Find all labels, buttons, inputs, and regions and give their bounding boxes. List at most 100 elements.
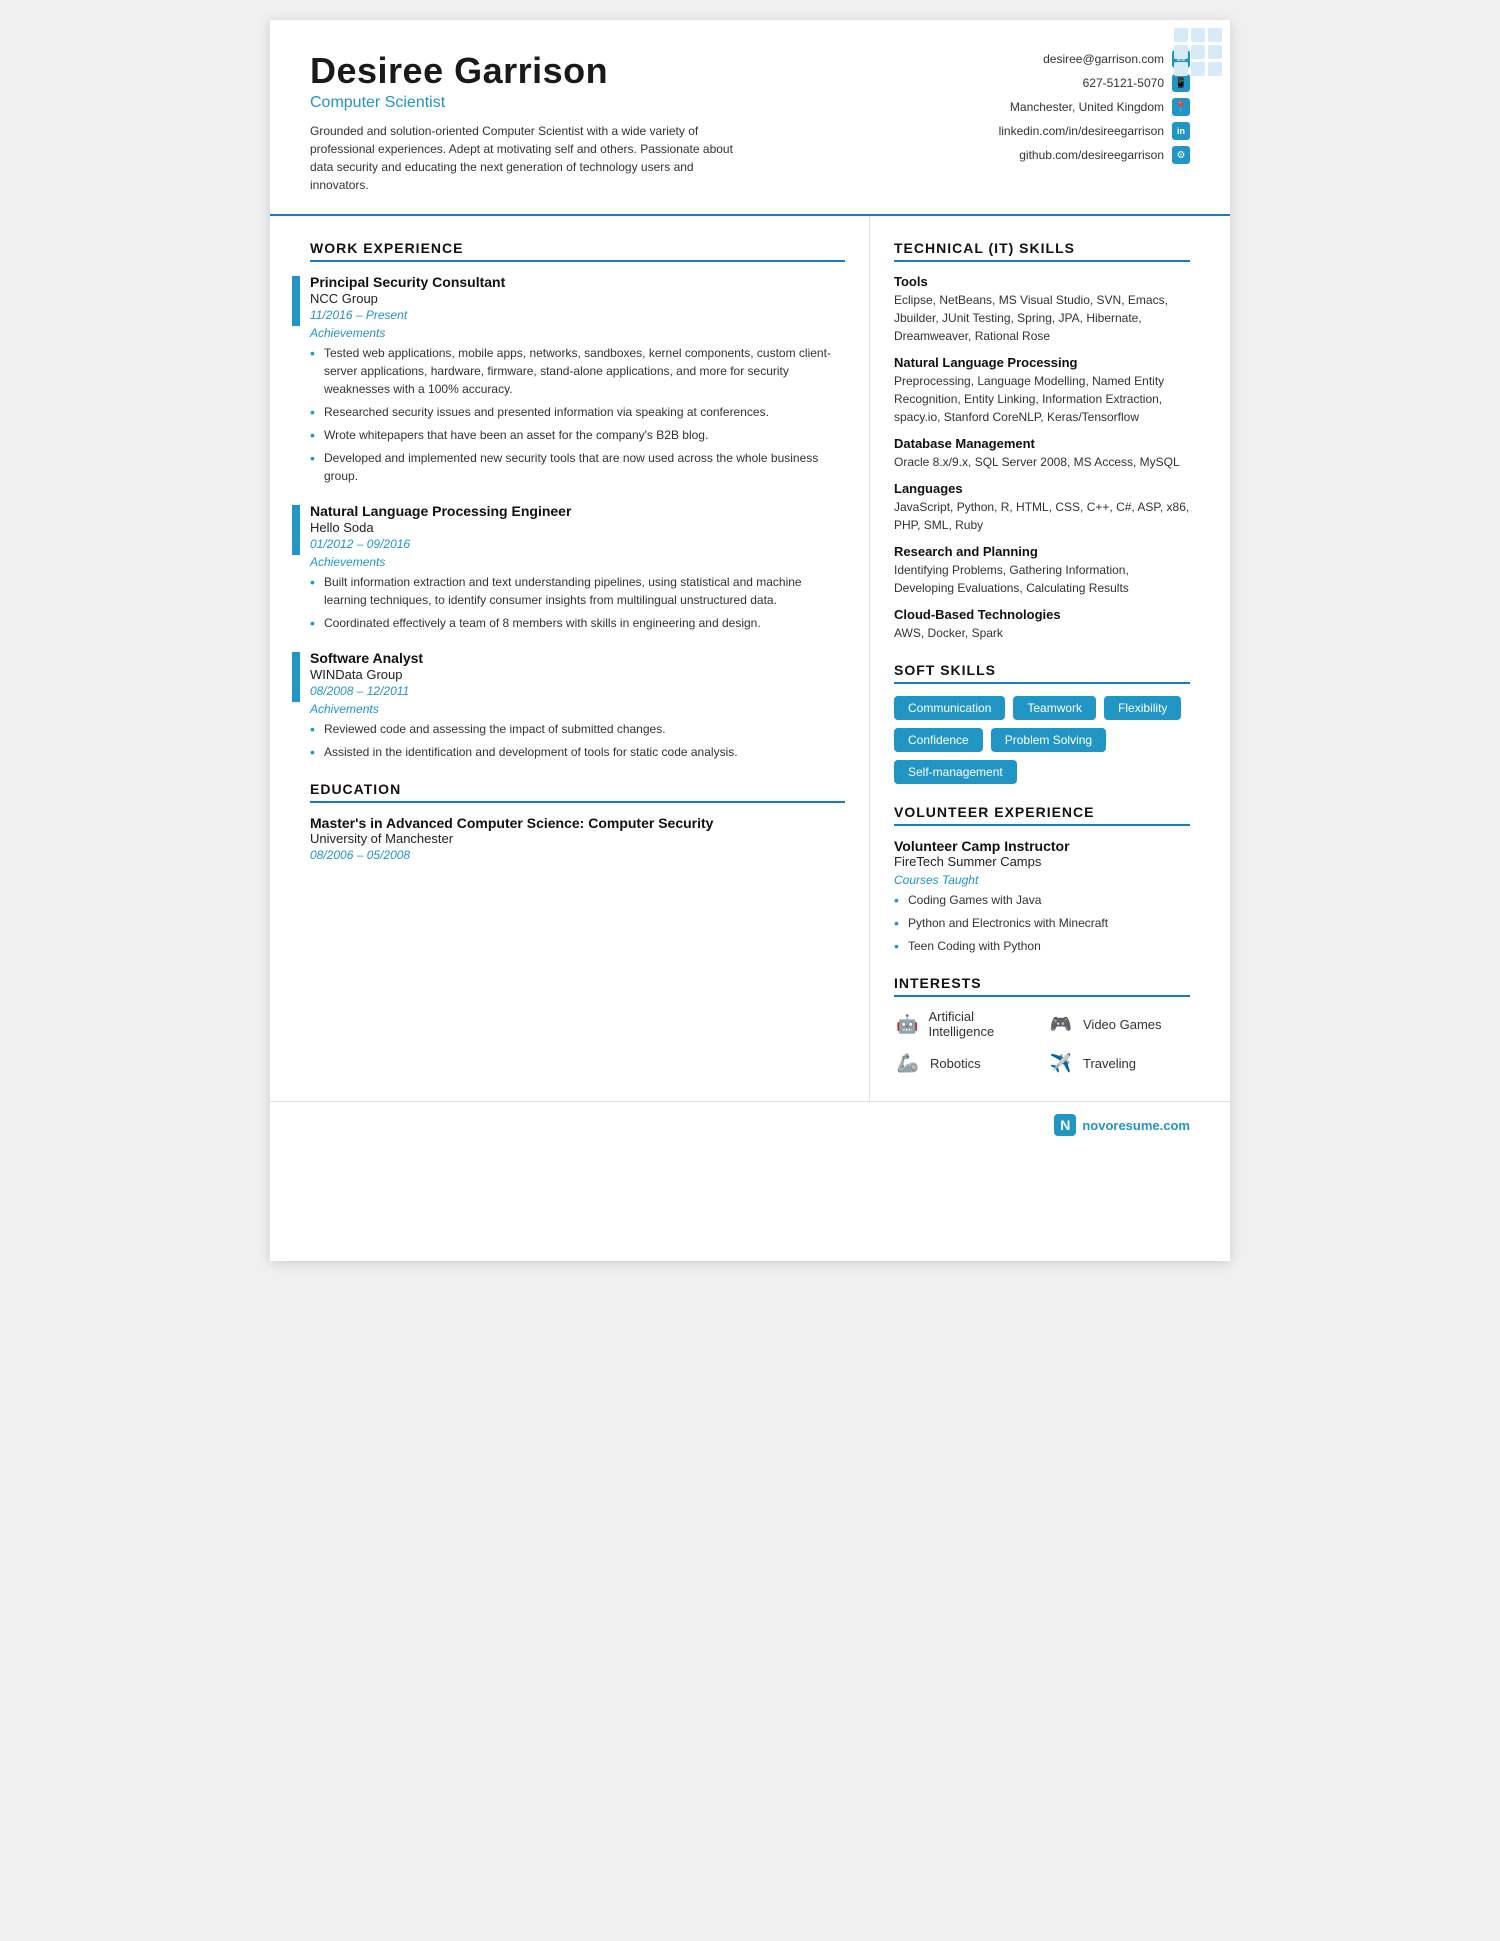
work-experience-title: WORK EXPERIENCE [310,240,845,262]
job-achievements-label-1: Achievements [310,326,845,340]
github-text: github.com/desireegarrison [1019,148,1164,162]
job-date-3: 08/2008 – 12/2011 [310,684,845,698]
skill-languages: Languages JavaScript, Python, R, HTML, C… [894,481,1190,534]
volunteer-block: Volunteer Camp Instructor FireTech Summe… [894,838,1190,955]
robotics-icon: 🦾 [894,1049,922,1077]
header-right: desiree@garrison.com ✉ 627-5121-5070 📱 M… [930,50,1190,164]
job-title-1: Principal Security Consultant [310,274,845,290]
header-left: Desiree Garrison Computer Scientist Grou… [310,50,930,194]
bullet-item: Reviewed code and assessing the impact o… [310,720,845,738]
course-item: Teen Coding with Python [894,937,1190,955]
phone-text: 627-5121-5070 [1083,76,1164,90]
contact-github: github.com/desireegarrison ⚙ [1019,146,1190,164]
technical-skills-title: TECHNICAL (IT) SKILLS [894,240,1190,262]
edu-date: 08/2006 – 05/2008 [310,848,845,862]
volunteer-role: Volunteer Camp Instructor [894,838,1190,854]
robotics-label: Robotics [930,1056,981,1071]
bullet-item: Researched security issues and presented… [310,403,845,421]
skill-badge-teamwork: Teamwork [1013,696,1096,720]
soft-skills-grid: Communication Teamwork Flexibility Confi… [894,696,1190,784]
interest-travel: ✈️ Traveling [1047,1049,1190,1077]
footer-logo-text: novoresume.com [1082,1118,1190,1133]
github-icon: ⚙ [1172,146,1190,164]
job-bullets-1: Tested web applications, mobile apps, ne… [310,344,845,485]
job-date-1: 11/2016 – Present [310,308,845,322]
job-title-3: Software Analyst [310,650,845,666]
job-achievements-label-3: Achivements [310,702,845,716]
skill-cloud: Cloud-Based Technologies AWS, Docker, Sp… [894,607,1190,642]
location-icon: 📍 [1172,98,1190,116]
bullet-item: Built information extraction and text un… [310,573,845,609]
linkedin-text: linkedin.com/in/desireegarrison [999,124,1164,138]
skill-tools: Tools Eclipse, NetBeans, MS Visual Studi… [894,274,1190,345]
contact-linkedin: linkedin.com/in/desireegarrison in [999,122,1190,140]
footer: N novoresume.com [270,1101,1230,1148]
email-text: desiree@garrison.com [1043,52,1164,66]
header-decoration [1174,28,1222,76]
main-content: WORK EXPERIENCE Principal Security Consu… [270,216,1230,1101]
job-block-1: Principal Security Consultant NCC Group … [310,274,845,485]
skill-badge-self-management: Self-management [894,760,1017,784]
linkedin-icon: in [1172,122,1190,140]
course-item: Python and Electronics with Minecraft [894,914,1190,932]
skill-cat-cloud-items: AWS, Docker, Spark [894,624,1190,642]
job-company-2: Hello Soda [310,520,845,535]
skill-research: Research and Planning Identifying Proble… [894,544,1190,597]
skill-cat-tools-items: Eclipse, NetBeans, MS Visual Studio, SVN… [894,291,1190,345]
skill-badge-communication: Communication [894,696,1005,720]
job-company-1: NCC Group [310,291,845,306]
ai-label: Artificial Intelligence [928,1009,1037,1039]
skill-badge-confidence: Confidence [894,728,983,752]
edu-school: University of Manchester [310,831,845,846]
volunteer-title: VOLUNTEER EXPERIENCE [894,804,1190,826]
job-bullets-2: Built information extraction and text un… [310,573,845,632]
interests-grid: 🤖 Artificial Intelligence 🎮 Video Games … [894,1009,1190,1077]
job-bullets-3: Reviewed code and assessing the impact o… [310,720,845,761]
contact-phone: 627-5121-5070 📱 [1083,74,1190,92]
job-block-3: Software Analyst WINData Group 08/2008 –… [310,650,845,761]
skill-cat-lang-name: Languages [894,481,1190,496]
bullet-item: Assisted in the identification and devel… [310,743,845,761]
games-label: Video Games [1083,1017,1162,1032]
bullet-item: Wrote whitepapers that have been an asse… [310,426,845,444]
skill-cat-lang-items: JavaScript, Python, R, HTML, CSS, C++, C… [894,498,1190,534]
interest-games: 🎮 Video Games [1047,1009,1190,1039]
job-block-2: Natural Language Processing Engineer Hel… [310,503,845,632]
volunteer-org: FireTech Summer Camps [894,854,1190,869]
skill-nlp: Natural Language Processing Preprocessin… [894,355,1190,426]
bullet-item: Tested web applications, mobile apps, ne… [310,344,845,398]
logo-n-icon: N [1054,1114,1076,1136]
courses-taught-label: Courses Taught [894,873,1190,887]
skill-cat-cloud-name: Cloud-Based Technologies [894,607,1190,622]
skill-cat-research-name: Research and Planning [894,544,1190,559]
skill-cat-tools-name: Tools [894,274,1190,289]
skill-db: Database Management Oracle 8.x/9.x, SQL … [894,436,1190,471]
phone-icon: 📱 [1172,74,1190,92]
interests-title: INTERESTS [894,975,1190,997]
job-date-2: 01/2012 – 09/2016 [310,537,845,551]
travel-label: Traveling [1083,1056,1136,1071]
interest-robotics: 🦾 Robotics [894,1049,1037,1077]
interest-ai: 🤖 Artificial Intelligence [894,1009,1037,1039]
education-title: EDUCATION [310,781,845,803]
games-icon: 🎮 [1047,1010,1075,1038]
resume-document: Desiree Garrison Computer Scientist Grou… [270,20,1230,1261]
skill-cat-research-items: Identifying Problems, Gathering Informat… [894,561,1190,597]
candidate-title: Computer Scientist [310,94,930,112]
bullet-item: Developed and implemented new security t… [310,449,845,485]
contact-location: Manchester, United Kingdom 📍 [1010,98,1190,116]
skill-cat-nlp-items: Preprocessing, Language Modelling, Named… [894,372,1190,426]
candidate-name: Desiree Garrison [310,50,930,92]
job-achievements-label-2: Achievements [310,555,845,569]
bullet-item: Coordinated effectively a team of 8 memb… [310,614,845,632]
job-company-3: WINData Group [310,667,845,682]
edu-degree: Master's in Advanced Computer Science: C… [310,815,845,831]
skill-cat-db-name: Database Management [894,436,1190,451]
skill-cat-nlp-name: Natural Language Processing [894,355,1190,370]
skill-badge-flexibility: Flexibility [1104,696,1181,720]
travel-icon: ✈️ [1047,1049,1075,1077]
education-block: Master's in Advanced Computer Science: C… [310,815,845,862]
right-column: TECHNICAL (IT) SKILLS Tools Eclipse, Net… [870,216,1230,1101]
contact-email: desiree@garrison.com ✉ [1043,50,1190,68]
courses-list: Coding Games with Java Python and Electr… [894,891,1190,955]
